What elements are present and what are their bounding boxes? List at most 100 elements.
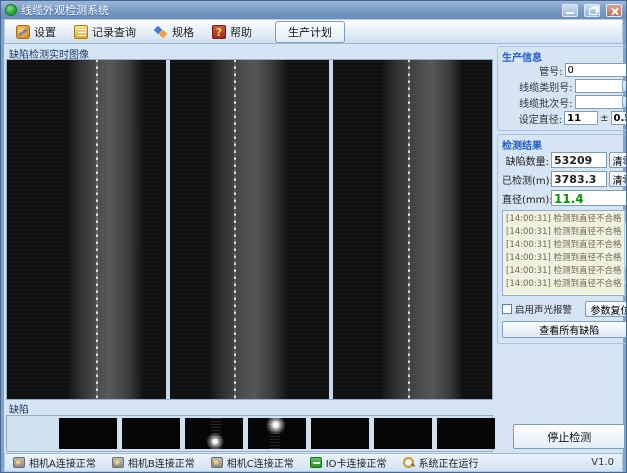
status-bar: 相机A连接正常 相机B连接正常 相机C连接正常 IO卡连接正常 系统正在运行 V1.0 xyxy=(4,453,623,472)
log-entry: [14:00:31] 检测到直径不合格 xyxy=(506,278,622,291)
production-info-group: 生产信息 管号: 线缆类别号: 线缆批次号: xyxy=(497,46,627,131)
defect-thumbnail-strip xyxy=(6,415,493,452)
clear-defect-count-button[interactable]: 清零 xyxy=(609,152,627,168)
version-label: V1.0 xyxy=(591,457,614,468)
toolbar-button-label: 记录查询 xyxy=(92,24,136,40)
defect-count-label: 缺陷数量: xyxy=(502,153,549,168)
status-item: 相机A连接正常 xyxy=(13,455,96,470)
measured-length-label: 已检测(m): xyxy=(502,172,549,187)
defect-thumbnail[interactable] xyxy=(59,418,117,449)
diameter-value: 11.4 xyxy=(551,190,627,206)
defect-thumbnail[interactable] xyxy=(122,418,180,449)
status-item: IO卡连接正常 xyxy=(310,455,387,470)
toolbar-button-label: 规格 xyxy=(172,24,194,40)
magnifier-icon xyxy=(403,457,415,468)
live-camera-view xyxy=(6,59,493,400)
status-item: 系统正在运行 xyxy=(403,455,479,470)
chevron-down-icon[interactable] xyxy=(622,96,627,108)
measured-length-value: 3783.3 xyxy=(551,171,607,187)
camera-icon xyxy=(112,457,124,468)
status-item-label: 相机B连接正常 xyxy=(128,455,195,470)
cable-edge-highlight-c xyxy=(408,60,410,399)
main-content: 缺陷检测实时图像 缺陷 生产信息 xyxy=(4,44,623,453)
control-panel: 生产信息 管号: 线缆类别号: 线缆批次号: xyxy=(497,46,627,453)
cable-batch-label: 线缆批次号: xyxy=(519,95,572,110)
tolerance-input[interactable] xyxy=(611,111,627,125)
log-lines: [14:00:31] 检测到直径不合格[14:00:31] 检测到直径不合格[1… xyxy=(506,213,622,291)
status-item-label: 系统正在运行 xyxy=(419,455,479,470)
defect-thumbnail[interactable] xyxy=(374,418,432,449)
set-diameter-label: 设定直径: xyxy=(519,111,562,126)
camera-icon xyxy=(211,457,223,468)
status-item-label: 相机A连接正常 xyxy=(29,455,96,470)
log-entry: [14:00:31] 检测到直径不合格 xyxy=(506,252,622,265)
cable-category-label: 线缆类别号: xyxy=(519,79,572,94)
status-item-label: 相机C连接正常 xyxy=(227,455,294,470)
toolbar-button-settings[interactable]: 设置 xyxy=(13,23,59,41)
cable-category-select[interactable] xyxy=(575,79,627,93)
detection-result-title: 检测结果 xyxy=(502,137,627,149)
toolbar-button-label: 帮助 xyxy=(230,24,252,40)
log-entry: [14:00:31] 检测到直径不合格 xyxy=(506,265,622,278)
toolbar: 设置 记录查询 规格 帮助 生产计划 xyxy=(4,19,623,44)
defect-thumbnail[interactable] xyxy=(248,418,306,449)
tube-number-label: 管号: xyxy=(539,63,562,78)
minimize-button[interactable] xyxy=(562,4,578,17)
tube-number-input[interactable] xyxy=(565,63,627,77)
camera-panel-b[interactable] xyxy=(170,60,329,399)
cable-edge-highlight-a xyxy=(96,60,98,399)
parameter-reset-button[interactable]: 参数复位 xyxy=(585,301,627,317)
sound-light-alarm-checkbox[interactable] xyxy=(502,304,512,314)
app-window: 线缆外观检测系统 设置 记录查询 规格 帮助 生产计划 缺陷检测实时图像 xyxy=(0,0,627,473)
detection-result-group: 检测结果 缺陷数量: 53209 清零 已检测(m): 3783.3 清零 直径… xyxy=(497,134,627,344)
settings-icon xyxy=(16,25,30,39)
app-logo-icon xyxy=(5,4,17,16)
view-all-defects-button[interactable]: 查看所有缺陷 xyxy=(502,321,627,338)
toolbar-button-label: 设置 xyxy=(34,24,56,40)
defect-count-value: 53209 xyxy=(551,152,607,168)
defect-thumbnail[interactable] xyxy=(311,418,369,449)
window-title: 线缆外观检测系统 xyxy=(21,2,556,18)
stop-detection-button[interactable]: 停止检测 xyxy=(513,424,625,449)
toolbar-button-records[interactable]: 记录查询 xyxy=(71,23,139,41)
toolbar-button-specs[interactable]: 规格 xyxy=(151,23,197,41)
defect-strip-label: 缺陷 xyxy=(6,401,493,414)
log-entry: [14:00:31] 检测到直径不合格 xyxy=(506,226,622,239)
status-items: 相机A连接正常 相机B连接正常 相机C连接正常 IO卡连接正常 系统正在运行 xyxy=(13,455,479,470)
camera-icon xyxy=(13,457,25,468)
title-bar: 线缆外观检测系统 xyxy=(1,1,626,19)
production-plan-button[interactable]: 生产计划 xyxy=(275,21,345,43)
sound-light-alarm-label: 启用声光报警 xyxy=(515,302,572,316)
records-icon xyxy=(74,25,88,39)
defect-thumbnail[interactable] xyxy=(185,418,243,449)
cable-image-c xyxy=(381,60,464,399)
defect-thumbnail[interactable] xyxy=(437,418,495,449)
detection-log-list[interactable]: [14:00:31] 检测到直径不合格[14:00:31] 检测到直径不合格[1… xyxy=(502,210,627,296)
cable-image-a xyxy=(67,60,143,399)
close-button[interactable] xyxy=(606,4,622,17)
toolbar-buttons: 设置 记录查询 规格 帮助 xyxy=(13,23,255,41)
log-scrollbar[interactable] xyxy=(624,211,627,295)
toolbar-button-help[interactable]: 帮助 xyxy=(209,23,255,41)
log-entry: [14:00:31] 检测到直径不合格 xyxy=(506,213,622,226)
status-item: 相机C连接正常 xyxy=(211,455,294,470)
specs-icon xyxy=(154,25,168,39)
chevron-down-icon[interactable] xyxy=(622,80,627,92)
plus-minus-sign: ± xyxy=(600,113,608,124)
live-image-label: 缺陷检测实时图像 xyxy=(6,46,493,59)
log-entry: [14:00:31] 检测到直径不合格 xyxy=(506,239,622,252)
diameter-label: 直径(mm): xyxy=(502,191,549,206)
clear-measured-length-button[interactable]: 清零 xyxy=(609,171,627,187)
cable-image-b xyxy=(208,60,288,399)
cable-edge-highlight-b xyxy=(234,60,236,399)
io-card-icon xyxy=(310,457,322,468)
set-diameter-input[interactable] xyxy=(564,111,598,125)
camera-panel-c[interactable] xyxy=(333,60,492,399)
production-info-title: 生产信息 xyxy=(502,49,627,61)
status-item-label: IO卡连接正常 xyxy=(326,455,387,470)
cable-batch-select[interactable] xyxy=(575,95,627,109)
restore-button[interactable] xyxy=(584,4,600,17)
camera-panel-a[interactable] xyxy=(7,60,166,399)
help-icon xyxy=(212,25,226,39)
viewer-column: 缺陷检测实时图像 缺陷 xyxy=(6,46,493,453)
